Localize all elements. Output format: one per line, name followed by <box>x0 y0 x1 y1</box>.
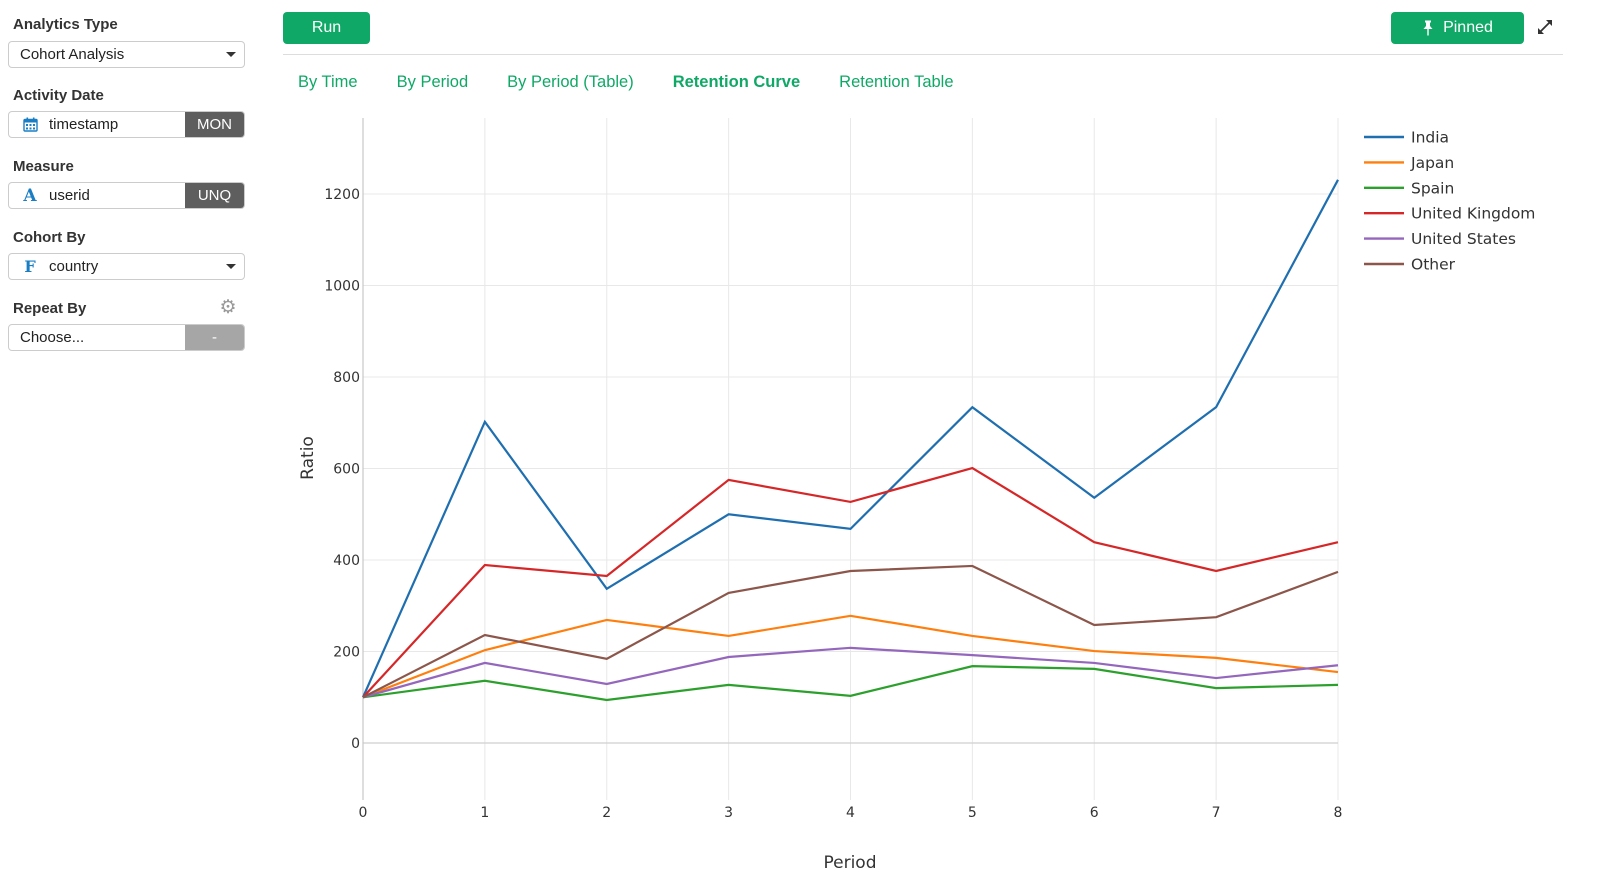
y-tick-label: 600 <box>333 462 360 478</box>
y-tick-label: 1200 <box>324 187 360 203</box>
y-tick-label: 0 <box>351 736 360 752</box>
y-tick-label: 400 <box>333 553 360 569</box>
legend-label: United States <box>1411 230 1516 248</box>
x-tick-label: 8 <box>1334 805 1343 821</box>
x-tick-label: 0 <box>359 805 368 821</box>
x-tick-label: 6 <box>1090 805 1099 821</box>
legend-label: Other <box>1411 256 1456 274</box>
x-tick-label: 2 <box>602 805 611 821</box>
y-tick-label: 1000 <box>324 279 360 295</box>
retention-curve-chart: 0 1 2 3 4 5 6 7 8 0 200 400 600 800 1000 1200 India Japa… <box>298 118 1535 873</box>
chart-axes: 0 1 2 3 4 5 6 7 8 0 200 400 600 800 1000 1200 <box>324 118 1342 821</box>
legend-label: India <box>1411 129 1449 147</box>
x-tick-label: 5 <box>968 805 977 821</box>
legend-label: Spain <box>1411 179 1454 197</box>
x-tick-label: 4 <box>846 805 855 821</box>
y-axis-title: Ratio <box>298 436 318 480</box>
x-tick-label: 1 <box>480 805 489 821</box>
y-tick-label: 200 <box>333 645 360 661</box>
x-axis-title: Period <box>823 853 876 873</box>
x-tick-label: 7 <box>1212 805 1221 821</box>
chart-legend: India Japan Spain United Kingdom United Stat… <box>1364 129 1535 274</box>
y-tick-label: 800 <box>333 370 360 386</box>
x-tick-label: 3 <box>724 805 733 821</box>
legend-label: United Kingdom <box>1411 205 1535 223</box>
legend-label: Japan <box>1410 154 1454 172</box>
chart-grid <box>363 118 1339 800</box>
